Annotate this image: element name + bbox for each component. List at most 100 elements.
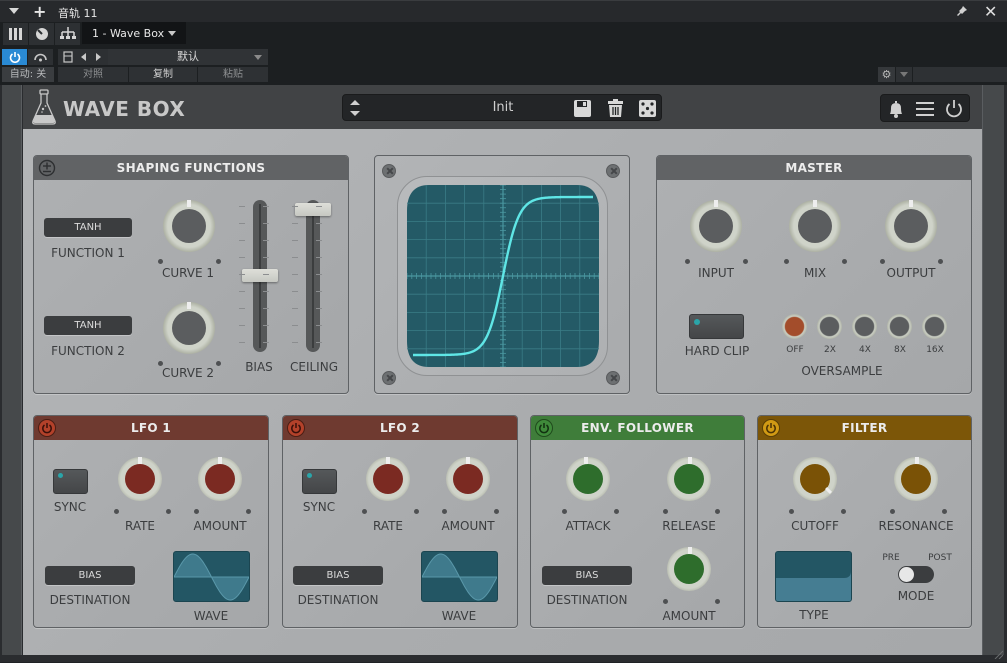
lfo-2-power-button[interactable] — [287, 419, 305, 437]
knob-min-dot — [784, 259, 789, 264]
oversample-8x-radio[interactable] — [887, 314, 912, 339]
slider-tick — [239, 257, 245, 258]
lfo-1-power-button[interactable] — [38, 419, 56, 437]
sidechain-button[interactable] — [28, 49, 53, 65]
sine-wave-icon — [422, 553, 497, 601]
hard-clip-label: HARD CLIP — [684, 344, 750, 358]
mix-knob[interactable] — [789, 200, 841, 252]
filter-power-button[interactable] — [762, 419, 780, 437]
lfo-2-amount-knob[interactable] — [446, 457, 490, 501]
slider-tick — [239, 206, 245, 207]
env-amount-knob[interactable] — [667, 547, 711, 591]
oversample-option-label: 4X — [859, 345, 871, 355]
slider-tick — [316, 274, 322, 275]
panel-title: MASTER — [657, 156, 971, 180]
knob-min-dot — [663, 599, 668, 604]
lfo-1-destination-select[interactable]: BIAS — [45, 566, 135, 585]
prev-preset-icon[interactable] — [78, 49, 90, 65]
compare-button[interactable]: 对照 — [58, 67, 128, 82]
dice-icon[interactable] — [638, 99, 657, 118]
power-icon[interactable] — [944, 99, 964, 119]
close-icon[interactable]: ✕ — [984, 2, 997, 21]
hard-clip-button[interactable] — [689, 314, 744, 339]
lfo-2-destination-select[interactable]: BIAS — [293, 566, 383, 585]
output-knob[interactable] — [885, 200, 937, 252]
collapse-arrow-icon[interactable] — [9, 8, 19, 14]
settings-dropdown[interactable] — [896, 67, 912, 82]
lfo-2-rate-knob[interactable] — [366, 457, 410, 501]
env-follower-power-button[interactable] — [535, 419, 553, 437]
mode-label: MODE — [897, 589, 935, 603]
resize-grip-icon[interactable] — [993, 644, 1004, 660]
paste-button[interactable]: 粘贴 — [198, 67, 268, 82]
function-1-select[interactable]: TANH — [44, 218, 132, 237]
oversample-16x-radio[interactable] — [922, 314, 947, 339]
bias-slider-thumb[interactable] — [242, 269, 278, 282]
slider-tick — [316, 240, 322, 241]
slider-tick — [263, 291, 269, 292]
lfo-2-sync-button[interactable] — [302, 469, 337, 494]
add-plus-icon[interactable]: + — [33, 2, 46, 21]
trash-icon[interactable] — [606, 99, 625, 118]
function-2-select[interactable]: TANH — [44, 316, 132, 335]
mode-toggle[interactable] — [898, 566, 934, 583]
filter-type-selector[interactable] — [775, 551, 852, 602]
slider-tick — [239, 274, 245, 275]
routing-icon[interactable] — [55, 23, 80, 45]
lfo-1-rate-knob[interactable] — [118, 457, 162, 501]
plugin-power-button[interactable] — [2, 49, 27, 65]
next-preset-icon[interactable] — [92, 49, 104, 65]
attack-knob[interactable] — [566, 457, 610, 501]
save-icon[interactable] — [573, 99, 592, 118]
menu-icon[interactable] — [915, 99, 935, 119]
oversample-4x-radio[interactable] — [852, 314, 877, 339]
slider-tick — [316, 206, 322, 207]
slider-tick — [263, 223, 269, 224]
flask-logo-icon — [30, 88, 58, 126]
output-label: OUTPUT — [886, 266, 936, 280]
slider-tick — [316, 325, 322, 326]
plus-minus-icon[interactable] — [38, 159, 56, 177]
knob-max-dot — [414, 509, 419, 514]
bell-icon[interactable] — [886, 99, 906, 119]
input-knob[interactable] — [690, 200, 742, 252]
curve-2-knob[interactable] — [163, 302, 215, 354]
auto-off-button[interactable]: 自动: 关 — [2, 67, 54, 82]
slider-tick — [239, 240, 245, 241]
pin-icon[interactable] — [956, 5, 968, 20]
preset-file-icon[interactable] — [60, 49, 76, 65]
ceiling-slider-thumb[interactable] — [295, 203, 331, 216]
function-2-label: FUNCTION 2 — [51, 344, 125, 358]
env-destination-select[interactable]: BIAS — [542, 566, 632, 585]
panel-title-text: SHAPING FUNCTIONS — [116, 161, 266, 175]
cutoff-knob[interactable] — [793, 457, 837, 501]
knob-min-dot — [442, 509, 447, 514]
slider-tick — [292, 223, 298, 224]
plugin-selector[interactable]: 1 - Wave Box — [82, 22, 186, 44]
preset-name[interactable]: Init — [443, 95, 563, 120]
slider-tick — [292, 291, 298, 292]
oversample-off-radio[interactable] — [782, 314, 807, 339]
input-label: INPUT — [698, 266, 734, 280]
led-indicator — [694, 319, 700, 325]
lfo-2-wave-selector[interactable] — [421, 551, 498, 602]
copy-button[interactable]: 复制 — [129, 67, 197, 82]
oversample-2x-radio[interactable] — [817, 314, 842, 339]
lfo-1-amount-knob[interactable] — [198, 457, 242, 501]
preset-arrows-icon[interactable] — [348, 98, 362, 118]
knob-view-icon[interactable] — [29, 23, 54, 45]
lfo-1-wave-selector[interactable] — [173, 551, 250, 602]
curve-1-knob[interactable] — [163, 200, 215, 252]
header-controls — [880, 94, 970, 122]
gear-icon[interactable]: ⚙ — [878, 67, 895, 82]
filter-panel: FILTER CUTOFF RESONANCE TYPE PRE POST MO… — [757, 415, 972, 628]
lfo-1-sync-button[interactable] — [53, 469, 88, 494]
screw-icon — [606, 164, 620, 178]
wave-label: WAVE — [441, 609, 477, 623]
release-knob[interactable] — [667, 457, 711, 501]
panel-title-text: MASTER — [785, 161, 843, 175]
slider-tick — [239, 308, 245, 309]
host-preset-dropdown[interactable]: 默认 — [108, 49, 268, 65]
mixer-icon[interactable] — [3, 23, 28, 45]
resonance-knob[interactable] — [894, 457, 938, 501]
